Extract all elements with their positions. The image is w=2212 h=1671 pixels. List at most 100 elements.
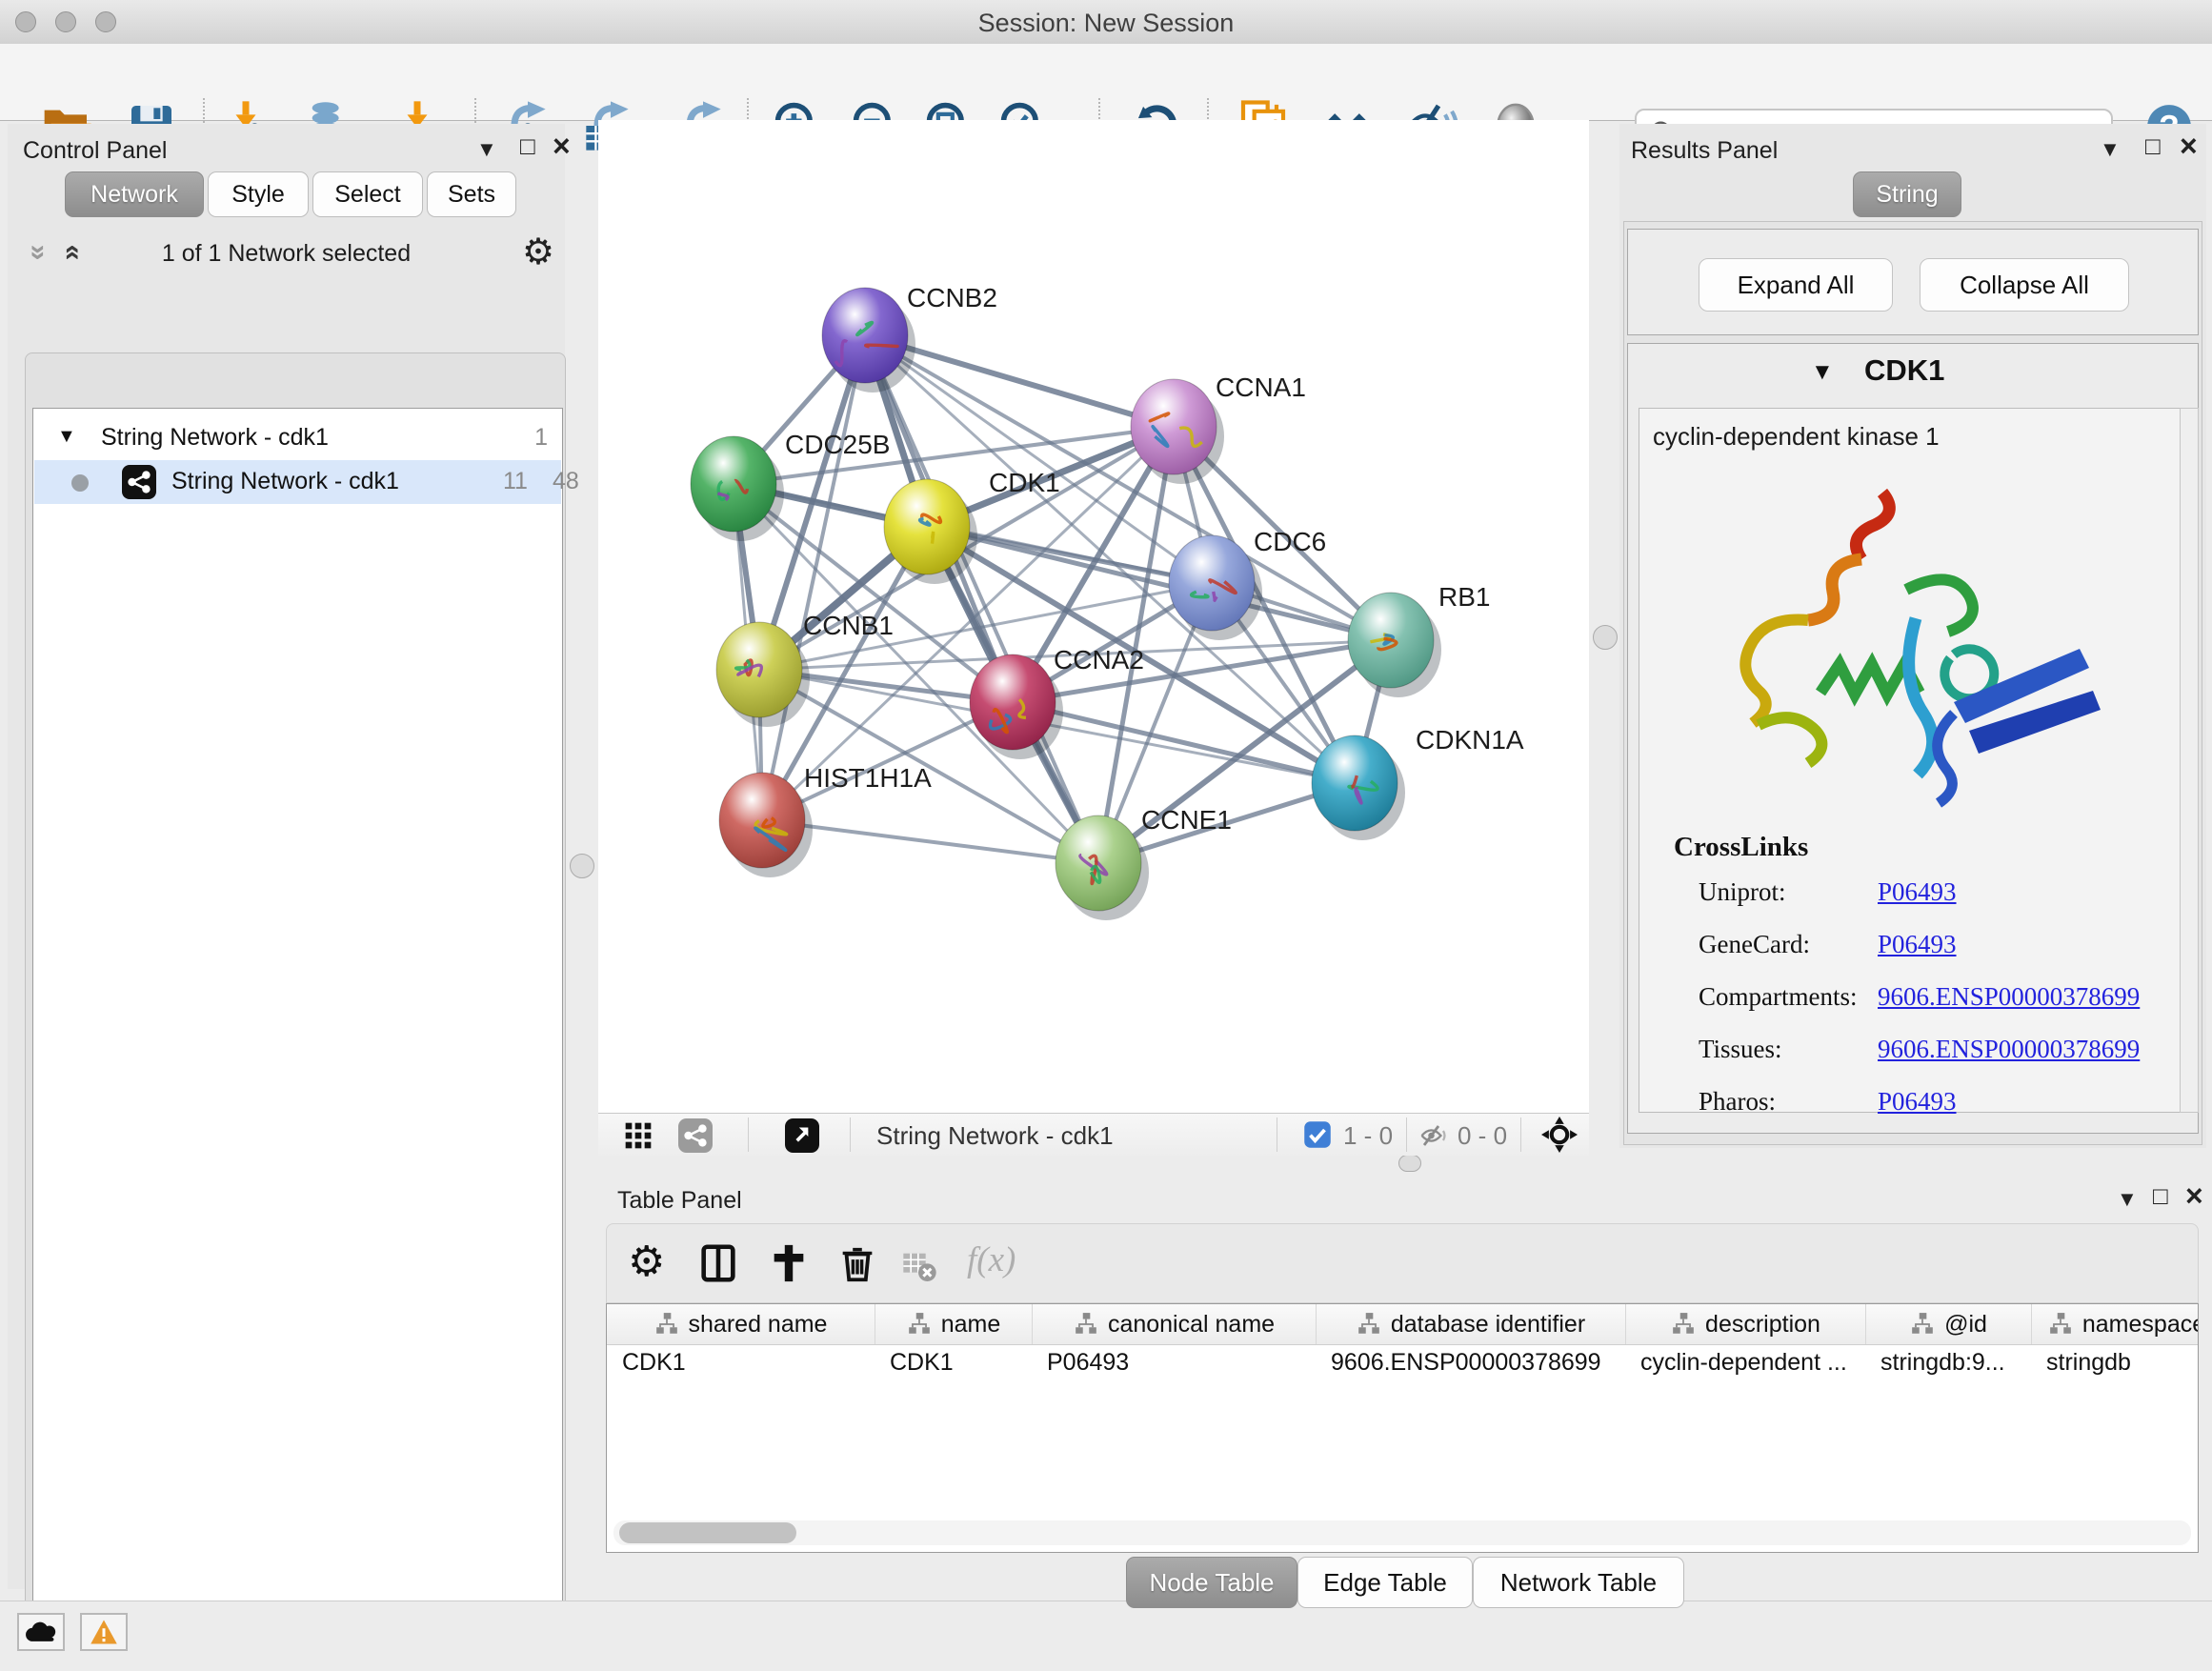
cell-name[interactable]: CDK1 <box>875 1344 1032 1380</box>
node-label-CCNA1: CCNA1 <box>1216 372 1306 402</box>
cell-id[interactable]: stringdb:9... <box>1865 1344 2031 1380</box>
close-panel-icon[interactable]: × <box>2180 131 2198 160</box>
close-panel-icon[interactable]: × <box>553 131 571 160</box>
table-scrollbar-thumb[interactable] <box>619 1522 796 1543</box>
network-selection-status: 1 of 1 Network selected <box>8 240 565 268</box>
results-vertical-scrollbar[interactable] <box>2180 408 2199 1113</box>
crosslink-value-link[interactable]: P06493 <box>1878 1087 1957 1117</box>
node-CCNB2[interactable] <box>822 288 915 393</box>
column-header-sharedname[interactable]: shared name <box>607 1304 875 1344</box>
close-panel-icon[interactable]: × <box>2185 1181 2203 1210</box>
crosslink-value-link[interactable]: P06493 <box>1878 930 1957 959</box>
undock-panel-icon[interactable]: □ <box>2153 1181 2168 1211</box>
cloud-button[interactable] <box>17 1613 65 1651</box>
add-column-icon[interactable] <box>767 1241 811 1290</box>
tab-edge-table[interactable]: Edge Table <box>1297 1557 1473 1608</box>
column-header-name[interactable]: name <box>875 1304 1032 1344</box>
table-toolbar: ⚙ f(x) <box>606 1223 2199 1303</box>
network-options-gear-icon[interactable]: ⚙ <box>522 231 554 273</box>
cell-sharedname[interactable]: CDK1 <box>607 1344 875 1380</box>
network-node-count: 11 <box>503 468 528 495</box>
column-header-description[interactable]: description <box>1625 1304 1865 1344</box>
selected-checkbox-icon[interactable] <box>1303 1120 1332 1154</box>
node-label-RB1: RB1 <box>1438 582 1490 612</box>
crosslink-value-link[interactable]: 9606.ENSP00000378699 <box>1878 1035 2140 1064</box>
table-row[interactable]: CDK1CDK1P064939606.ENSP00000378699cyclin… <box>607 1344 2198 1380</box>
column-header-databaseidentifier[interactable]: database identifier <box>1316 1304 1625 1344</box>
node-CCNA1[interactable] <box>1131 379 1224 484</box>
node-label-CCNA2: CCNA2 <box>1054 645 1144 674</box>
tab-select[interactable]: Select <box>312 171 423 217</box>
table-panel-title: Table Panel <box>617 1187 742 1215</box>
control-panel-title: Control Panel <box>23 137 167 165</box>
tab-network[interactable]: Network <box>65 171 204 217</box>
right-splitter-handle[interactable] <box>1593 625 1618 650</box>
control-panel-tabs: NetworkStyleSelectSets <box>65 171 541 219</box>
node-CDC25B[interactable] <box>691 436 784 541</box>
left-splitter-handle[interactable] <box>570 854 594 878</box>
crosslink-value-link[interactable]: P06493 <box>1878 877 1957 907</box>
edge-HIST1H1A-CCNE1[interactable] <box>762 820 1098 863</box>
hidden-nodes-edges-count: 0 - 0 <box>1458 1121 1507 1151</box>
string-app-icon <box>122 465 156 499</box>
edge-CCNB2-HIST1H1A[interactable] <box>762 335 865 820</box>
tab-sets[interactable]: Sets <box>427 171 516 217</box>
crosslink-label: Compartments: <box>1699 982 1878 1012</box>
node-CDK1[interactable] <box>884 479 977 584</box>
control-panel: Control Panel ▼ □ × NetworkStyleSelectSe… <box>8 124 565 1589</box>
delete-column-icon[interactable] <box>835 1241 879 1290</box>
delete-table-icon <box>900 1247 938 1290</box>
float-panel-icon[interactable]: ▼ <box>476 137 497 162</box>
table-horizontal-scrollbar[interactable] <box>613 1520 2191 1545</box>
toolbar-separator <box>1520 1117 1521 1152</box>
crosslink-value-link[interactable]: 9606.ENSP00000378699 <box>1878 982 2140 1012</box>
expand-all-button[interactable]: Expand All <box>1699 258 1893 312</box>
status-bar: Memory <box>0 1601 2212 1671</box>
warning-button[interactable] <box>80 1613 128 1651</box>
network-graph[interactable]: CCNB2CCNA1CDC25BCDK1CDC6RB1CCNB1CCNA2CDK… <box>598 120 1589 1113</box>
cell-namespace[interactable]: stringdb <box>2031 1344 2199 1380</box>
show-columns-icon[interactable] <box>696 1241 740 1290</box>
cell-canonicalname[interactable]: P06493 <box>1032 1344 1316 1380</box>
column-header-canonicalname[interactable]: canonical name <box>1032 1304 1316 1344</box>
node-table[interactable]: shared namenamecanonical namedatabase id… <box>606 1303 2199 1553</box>
table-settings-gear-icon[interactable]: ⚙ <box>628 1238 665 1286</box>
window-title: Session: New Session <box>0 9 2212 38</box>
network-collection-row[interactable]: ▼ String Network - cdk1 1 <box>34 416 561 460</box>
network-view-toolbar: String Network - cdk1 1 - 0 0 - 0 <box>598 1113 1589 1156</box>
title-bar: Session: New Session <box>0 0 2212 45</box>
cell-databaseidentifier[interactable]: 9606.ENSP00000378699 <box>1316 1344 1625 1380</box>
column-header-id[interactable]: @id <box>1865 1304 2031 1344</box>
grid-view-icon[interactable] <box>623 1120 654 1156</box>
network-status-dot <box>70 473 90 493</box>
node-RB1[interactable] <box>1348 593 1441 697</box>
tab-style[interactable]: Style <box>208 171 309 217</box>
tab-network-table[interactable]: Network Table <box>1473 1557 1684 1608</box>
function-builder-icon: f(x) <box>967 1239 1016 1280</box>
birdseye-navigator-icon[interactable] <box>785 1118 819 1158</box>
gene-expander-icon[interactable]: ▼ <box>1811 359 1834 386</box>
node-CDKN1A[interactable] <box>1312 735 1405 840</box>
network-row[interactable]: String Network - cdk1 11 48 <box>34 460 561 504</box>
main-toolbar: ? <box>0 44 2212 121</box>
hidden-eye-icon <box>1419 1121 1448 1155</box>
crosslinks-heading: CrossLinks <box>1674 832 1808 863</box>
undock-panel-icon[interactable]: □ <box>2145 131 2161 161</box>
node-HIST1H1A[interactable] <box>719 773 813 877</box>
undock-panel-icon[interactable]: □ <box>520 131 535 161</box>
collapse-all-button[interactable]: Collapse All <box>1920 258 2129 312</box>
float-panel-icon[interactable]: ▼ <box>2117 1187 2138 1212</box>
selected-nodes-edges-count: 1 - 0 <box>1343 1121 1393 1151</box>
node-CCNE1[interactable] <box>1056 815 1149 920</box>
column-header-namespace[interactable]: namespace <box>2031 1304 2199 1344</box>
string-share-icon[interactable] <box>678 1118 713 1158</box>
network-canvas[interactable]: CCNB2CCNA1CDC25BCDK1CDC6RB1CCNB1CCNA2CDK… <box>598 120 1589 1113</box>
float-panel-icon[interactable]: ▼ <box>2100 137 2121 162</box>
network-edge-count: 48 <box>553 468 579 495</box>
tab-node-table[interactable]: Node Table <box>1126 1557 1297 1608</box>
crosshair-icon[interactable] <box>1541 1117 1578 1158</box>
tree-expander-icon[interactable]: ▼ <box>57 426 76 448</box>
tab-string[interactable]: String <box>1853 171 1961 217</box>
horizontal-splitter-handle[interactable] <box>1398 1155 1421 1172</box>
cell-description[interactable]: cyclin-dependent ... <box>1625 1344 1865 1380</box>
